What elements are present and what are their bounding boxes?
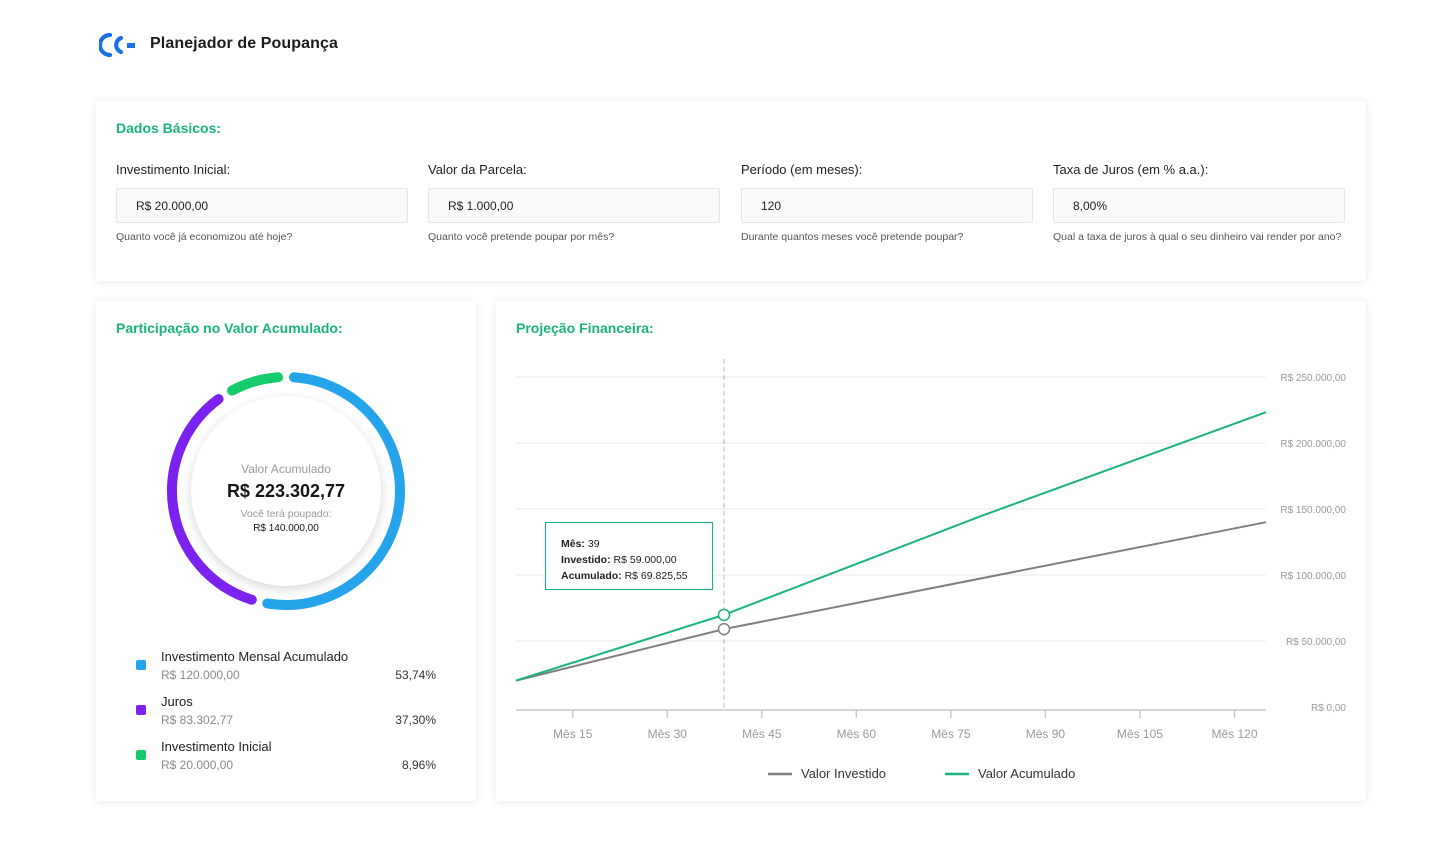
legend-value-interest: R$ 83.302,77 bbox=[161, 713, 234, 727]
legend-item-initial: Investimento Inicial R$ 20.000,00 8,96% bbox=[136, 736, 436, 776]
tooltip-month-label: Mês: bbox=[561, 538, 585, 550]
legend-pct-initial: 8,96% bbox=[401, 758, 436, 772]
initial-investment-input[interactable] bbox=[116, 188, 408, 223]
accumulated-value: R$ 223.302,77 bbox=[226, 481, 346, 501]
legend-item-interest: Juros R$ 83.302,77 37,30% bbox=[136, 691, 436, 731]
share-title: Participação no Valor Acumulado: bbox=[116, 320, 343, 336]
tooltip-accum-label: Acumulado: bbox=[561, 570, 622, 582]
donut-center: Valor Acumulado R$ 223.302,77 Você terá … bbox=[191, 396, 381, 586]
x-tick-label: Mês 30 bbox=[648, 727, 688, 741]
legend-name-initial: Investimento Inicial bbox=[161, 739, 272, 754]
saved-label: Você terá poupado: bbox=[240, 508, 332, 520]
legend-accumulated[interactable]: Valor Acumulado bbox=[945, 766, 1075, 781]
donut-segment-initial[interactable] bbox=[227, 372, 284, 396]
installment-input[interactable] bbox=[428, 188, 720, 223]
legend-pct-interest: 37,30% bbox=[395, 713, 436, 727]
legend-pct-monthly: 53,74% bbox=[395, 668, 436, 682]
x-tick-label: Mês 75 bbox=[931, 727, 971, 741]
y-tick-label: R$ 150.000,00 bbox=[1280, 505, 1346, 516]
x-tick-label: Mês 45 bbox=[742, 727, 782, 741]
interest-rate-field: Taxa de Juros (em % a.a.): Qual a taxa d… bbox=[1053, 162, 1345, 245]
legend-name-interest: Juros bbox=[161, 694, 193, 709]
y-tick-label: R$ 0,00 bbox=[1311, 703, 1346, 714]
initial-investment-help: Quanto você já economizou até hoje? bbox=[116, 231, 293, 243]
legend-dot-initial bbox=[136, 750, 146, 760]
share-card: Participação no Valor Acumulado: Valor A… bbox=[96, 301, 476, 801]
saved-value: R$ 140.000,00 bbox=[253, 523, 319, 534]
tooltip-invested-label: Investido: bbox=[561, 554, 611, 566]
interest-rate-help: Qual a taxa de juros à qual o seu dinhei… bbox=[1053, 231, 1342, 243]
period-help: Durante quantos meses você pretende poup… bbox=[741, 231, 964, 243]
x-tick-label: Mês 60 bbox=[837, 727, 877, 741]
invested-point-marker[interactable] bbox=[717, 622, 731, 636]
y-tick-label: R$ 50.000,00 bbox=[1286, 637, 1346, 648]
legend-name-monthly: Investimento Mensal Acumulado bbox=[161, 649, 349, 664]
legend-item-monthly: Investimento Mensal Acumulado R$ 120.000… bbox=[136, 646, 436, 686]
interest-rate-input[interactable] bbox=[1053, 188, 1345, 223]
legend-accumulated-label: Valor Acumulado bbox=[978, 766, 1075, 781]
installment-label: Valor da Parcela: bbox=[428, 162, 527, 177]
basic-data-title: Dados Básicos: bbox=[116, 120, 222, 136]
basic-data-card: Dados Básicos: Investimento Inicial: Qua… bbox=[96, 101, 1366, 281]
accumulated-label: Valor Acumulado bbox=[241, 462, 331, 476]
interest-rate-label: Taxa de Juros (em % a.a.): bbox=[1053, 162, 1209, 177]
period-label: Período (em meses): bbox=[741, 162, 863, 177]
brand-logo-icon[interactable] bbox=[99, 32, 137, 58]
legend-dot-monthly bbox=[136, 660, 146, 670]
y-tick-label: R$ 250.000,00 bbox=[1280, 373, 1346, 384]
tooltip-accum-value: R$ 69.825,55 bbox=[624, 570, 688, 582]
tooltip-invested-value: R$ 59.000,00 bbox=[613, 554, 677, 566]
initial-investment-field: Investimento Inicial: Quanto você já eco… bbox=[116, 162, 408, 245]
app-title: Planejador de Poupança bbox=[150, 35, 339, 52]
legend-invested-label: Valor Investido bbox=[801, 766, 886, 781]
legend-value-initial: R$ 20.000,00 bbox=[161, 758, 234, 772]
accumulated-point-marker[interactable] bbox=[717, 608, 731, 622]
x-tick-label: Mês 15 bbox=[553, 727, 593, 741]
legend-invested[interactable]: Valor Investido bbox=[768, 766, 886, 781]
installment-field: Valor da Parcela: Quanto você pretende p… bbox=[428, 162, 720, 245]
x-tick-label: Mês 90 bbox=[1026, 727, 1066, 741]
legend-value-monthly: R$ 120.000,00 bbox=[161, 668, 240, 682]
x-tick-label: Mês 105 bbox=[1117, 727, 1163, 741]
y-tick-label: R$ 200.000,00 bbox=[1280, 439, 1346, 450]
chart-tooltip: Mês: 39 Investido: R$ 59.000,00 Acumulad… bbox=[545, 522, 713, 590]
projection-card: Projeção Financeira: R$ 0,00 R$ 50.000,00… bbox=[496, 301, 1366, 801]
installment-help: Quanto você pretende poupar por mês? bbox=[428, 231, 615, 243]
period-input[interactable] bbox=[741, 188, 1033, 223]
y-tick-label: R$ 100.000,00 bbox=[1280, 571, 1346, 582]
tooltip-month-value: 39 bbox=[587, 538, 600, 550]
initial-investment-label: Investimento Inicial: bbox=[116, 162, 231, 177]
period-field: Período (em meses): Durante quantos mese… bbox=[741, 162, 1033, 245]
x-tick-label: Mês 120 bbox=[1211, 727, 1257, 741]
legend-dot-interest bbox=[136, 705, 146, 715]
